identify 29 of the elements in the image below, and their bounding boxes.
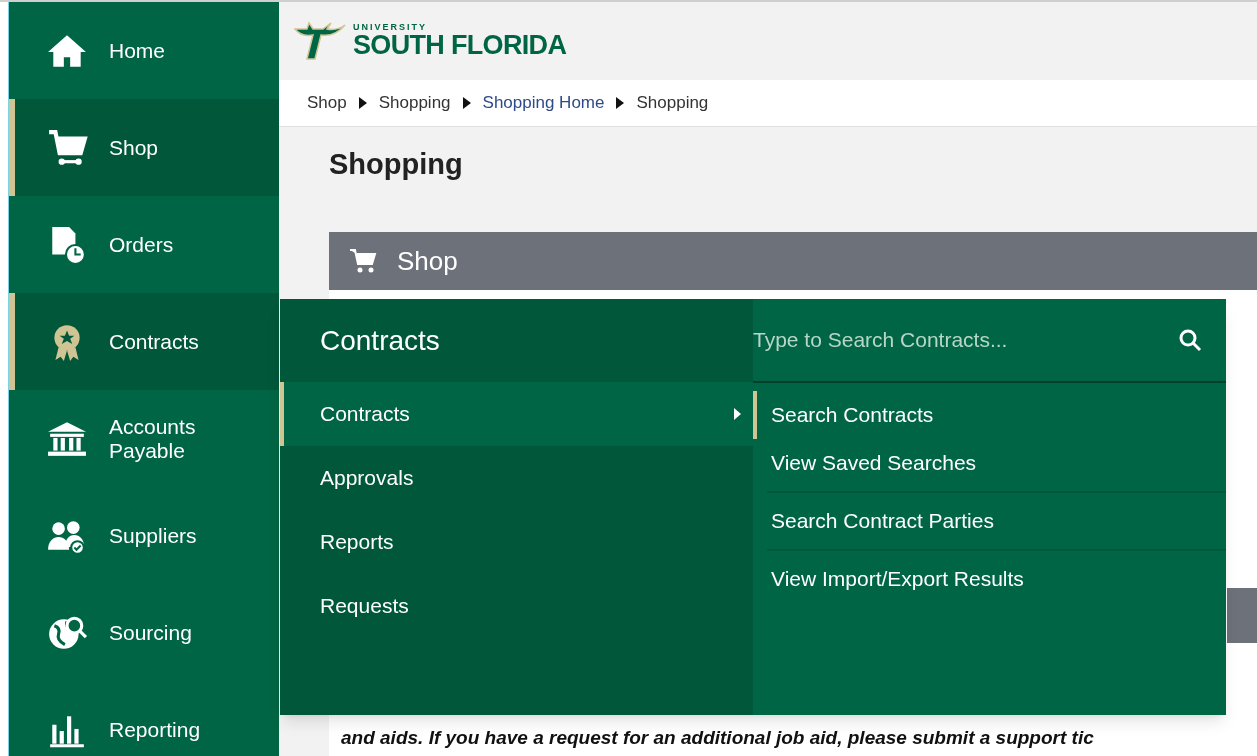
page-title: Shopping: [329, 147, 464, 182]
caret-right-icon: [358, 97, 367, 109]
menu-item[interactable]: Search Contracts: [753, 391, 1226, 439]
menu-item[interactable]: Contracts: [280, 382, 753, 446]
menu-item[interactable]: View Saved Searches: [753, 439, 1226, 487]
search-icon[interactable]: [1178, 328, 1202, 352]
breadcrumb-item: Shopping: [378, 92, 451, 115]
breadcrumb-link[interactable]: Shopping Home: [482, 90, 605, 116]
sidebar-item[interactable]: Contracts: [9, 293, 279, 390]
menu-item[interactable]: Requests: [280, 574, 753, 638]
menu-item[interactable]: Reports: [280, 510, 753, 574]
panel-title: Shop: [397, 244, 458, 278]
menu-item[interactable]: Search Contract Parties: [753, 497, 1226, 545]
bull-logo-icon: [291, 19, 349, 63]
breadcrumb-item: Shop: [307, 92, 347, 115]
sidebar-item[interactable]: Shop: [9, 99, 279, 196]
menu-item[interactable]: Approvals: [280, 446, 753, 510]
notice-text: and aids. If you have a request for an additional job aid, please submit a support tic: [341, 725, 1094, 750]
panel-header: [1227, 588, 1257, 643]
caret-right-icon: [462, 97, 471, 109]
search-field[interactable]: Type to Search Contracts...: [753, 324, 1178, 356]
logo-text: SOUTH FLORIDA: [353, 32, 567, 59]
caret-right-icon: [616, 97, 625, 109]
breadcrumb-item: Shopping: [636, 92, 709, 115]
caret-right-icon: [734, 408, 741, 420]
logo-text: UNIVERSITY: [353, 23, 428, 32]
flyout-title: Contracts: [320, 323, 440, 358]
menu-item[interactable]: View Import/Export Results: [753, 555, 1226, 603]
cart-icon: [349, 248, 377, 274]
